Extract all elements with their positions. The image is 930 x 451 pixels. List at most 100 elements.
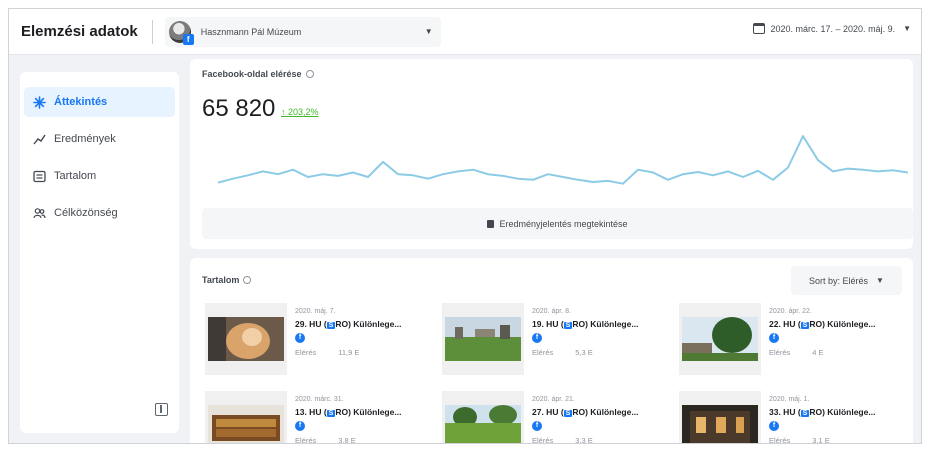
content-title: Tartalom xyxy=(202,275,240,285)
facebook-icon: f xyxy=(532,421,542,431)
facebook-icon: f xyxy=(532,333,542,343)
post-thumbnail[interactable] xyxy=(679,391,761,443)
sort-label: Sort by: Elérés xyxy=(809,275,869,286)
reach-label: Elérés xyxy=(295,436,317,444)
date-range-picker[interactable]: 2020. márc. 17. – 2020. máj. 9. ▼ xyxy=(752,23,911,34)
post-thumbnail[interactable] xyxy=(205,391,287,443)
view-report-label: Eredményjelentés megtekintése xyxy=(499,218,628,229)
post-thumbnail[interactable] xyxy=(205,303,287,375)
post-info: 2020. máj. 7. 29. HU (S RO) Különlege... … xyxy=(295,303,435,375)
post-stats: Elérés 4 E xyxy=(769,348,909,357)
reach-label: Elérés xyxy=(532,436,554,444)
post-title-start: 19. HU ( xyxy=(532,319,564,329)
sidebar-item-results[interactable]: Eredmények xyxy=(24,124,175,154)
page-selector[interactable]: f Hasznmann Pál Múzeum ▼ xyxy=(164,16,441,47)
post-thumbnail[interactable] xyxy=(442,303,524,375)
post-stats: Elérés 5,3 E xyxy=(532,348,672,357)
chevron-down-icon: ▼ xyxy=(903,24,911,33)
info-icon[interactable] xyxy=(305,70,314,78)
post-title[interactable]: 27. HU (S RO) Különlege... xyxy=(532,407,672,417)
sidebar-item-overview[interactable]: Áttekintés xyxy=(24,87,175,117)
post-title[interactable]: 13. HU (S RO) Különlege... xyxy=(295,407,435,417)
post-title-start: 33. HU ( xyxy=(769,407,801,417)
reach-title: Facebook-oldal elérése xyxy=(202,69,302,79)
content-card: Tartalom Sort by: Elérés ▼ 2020. máj. 7.… xyxy=(190,258,913,444)
post-date: 2020. márc. 31. xyxy=(295,396,344,403)
post-date: 2020. ápr. 22. xyxy=(769,308,812,315)
sidebar-item-label: Célközönség xyxy=(54,207,118,219)
content-post-item[interactable]: 2020. máj. 1. 33. HU (S RO) Különlege... … xyxy=(679,391,909,444)
sidebar-item-label: Tartalom xyxy=(54,170,97,182)
post-title[interactable]: 33. HU (S RO) Különlege... xyxy=(769,407,909,417)
post-title-start: 22. HU ( xyxy=(769,319,801,329)
reach-value: 65 820 xyxy=(202,95,276,122)
facebook-icon: f xyxy=(769,421,779,431)
post-title-end: RO) Különlege... xyxy=(809,407,876,417)
post-thumbnail[interactable] xyxy=(442,391,524,443)
sidebar: Áttekintés Eredmények Tartalom Célközöns… xyxy=(20,72,179,433)
post-stats: Elérés 3,8 E xyxy=(295,436,435,444)
content-post-item[interactable]: 2020. ápr. 22. 22. HU (S RO) Különlege...… xyxy=(679,303,909,375)
results-icon xyxy=(32,132,46,146)
post-title[interactable]: 22. HU (S RO) Különlege... xyxy=(769,319,909,329)
date-range-label: 2020. márc. 17. – 2020. máj. 9. xyxy=(770,23,896,34)
calendar-icon xyxy=(752,23,765,34)
reach-change: ↑ 203,2% xyxy=(281,107,319,117)
sidebar-item-content[interactable]: Tartalom xyxy=(24,161,175,191)
post-title[interactable]: 29. HU (S RO) Különlege... xyxy=(295,319,435,329)
collapse-sidebar-icon[interactable] xyxy=(155,403,168,416)
content-post-item[interactable]: 2020. márc. 31. 13. HU (S RO) Különlege..… xyxy=(205,391,435,444)
post-thumbnail[interactable] xyxy=(679,303,761,375)
post-stats: Elérés 3,3 E xyxy=(532,436,672,444)
reach-value: 3,8 E xyxy=(338,436,356,444)
reach-sparkline xyxy=(218,135,908,185)
header-divider xyxy=(151,19,153,44)
post-date: 2020. ápr. 21. xyxy=(532,396,575,403)
reach-title-row: Facebook-oldal elérése xyxy=(202,69,314,79)
page-avatar: f xyxy=(168,20,194,45)
content-title-row: Tartalom xyxy=(202,275,252,285)
facebook-icon: f xyxy=(769,333,779,343)
reach-value: 4 E xyxy=(812,348,824,357)
page-reach-card: Facebook-oldal elérése 65 820 ↑ 203,2% E… xyxy=(190,59,913,249)
post-stats: Elérés 11,9 E xyxy=(295,348,435,357)
post-title-end: RO) Különlege... xyxy=(572,407,639,417)
post-title-start: 27. HU ( xyxy=(532,407,564,417)
content-post-item[interactable]: 2020. ápr. 8. 19. HU (S RO) Különlege... … xyxy=(442,303,672,375)
post-title-start: 29. HU ( xyxy=(295,319,327,329)
post-title-end: RO) Különlege... xyxy=(809,319,876,329)
reach-value: 3,3 E xyxy=(575,436,593,444)
facebook-icon: f xyxy=(295,333,305,343)
post-date: 2020. ápr. 8. xyxy=(532,308,571,315)
page-name: Hasznmann Pál Múzeum xyxy=(200,26,302,37)
post-title-end: RO) Különlege... xyxy=(572,319,639,329)
post-title-end: RO) Különlege... xyxy=(335,407,402,417)
facebook-badge-icon: f xyxy=(182,33,194,45)
content-post-item[interactable]: 2020. ápr. 21. 27. HU (S RO) Különlege...… xyxy=(442,391,672,444)
info-icon[interactable] xyxy=(243,276,252,284)
reach-value: 3,1 E xyxy=(812,436,830,444)
reach-label: Elérés xyxy=(532,348,554,357)
sparkline-series xyxy=(218,135,908,185)
reach-label: Elérés xyxy=(769,348,791,357)
reach-label: Elérés xyxy=(295,348,317,357)
chevron-down-icon: ▼ xyxy=(424,27,433,36)
post-info: 2020. ápr. 22. 22. HU (S RO) Különlege...… xyxy=(769,303,909,375)
view-report-button[interactable]: Eredményjelentés megtekintése xyxy=(202,208,913,239)
sort-dropdown[interactable]: Sort by: Elérés ▼ xyxy=(791,266,902,295)
sidebar-item-label: Áttekintés xyxy=(54,96,108,108)
insights-window: Elemzési adatok f Hasznmann Pál Múzeum ▼… xyxy=(8,8,922,444)
post-date: 2020. máj. 1. xyxy=(769,396,810,403)
post-date: 2020. máj. 7. xyxy=(295,308,336,315)
content-post-item[interactable]: 2020. máj. 7. 29. HU (S RO) Különlege... … xyxy=(205,303,435,375)
post-stats: Elérés 3,1 E xyxy=(769,436,909,444)
post-title-start: 13. HU ( xyxy=(295,407,327,417)
post-info: 2020. márc. 31. 13. HU (S RO) Különlege..… xyxy=(295,391,435,444)
post-info: 2020. ápr. 8. 19. HU (S RO) Különlege... … xyxy=(532,303,672,375)
post-title[interactable]: 19. HU (S RO) Különlege... xyxy=(532,319,672,329)
post-title-end: RO) Különlege... xyxy=(335,319,402,329)
reach-label: Elérés xyxy=(769,436,791,444)
sidebar-item-audience[interactable]: Célközönség xyxy=(24,198,175,228)
post-info: 2020. máj. 1. 33. HU (S RO) Különlege... … xyxy=(769,391,909,444)
top-bar: Elemzési adatok f Hasznmann Pál Múzeum ▼… xyxy=(9,9,921,55)
